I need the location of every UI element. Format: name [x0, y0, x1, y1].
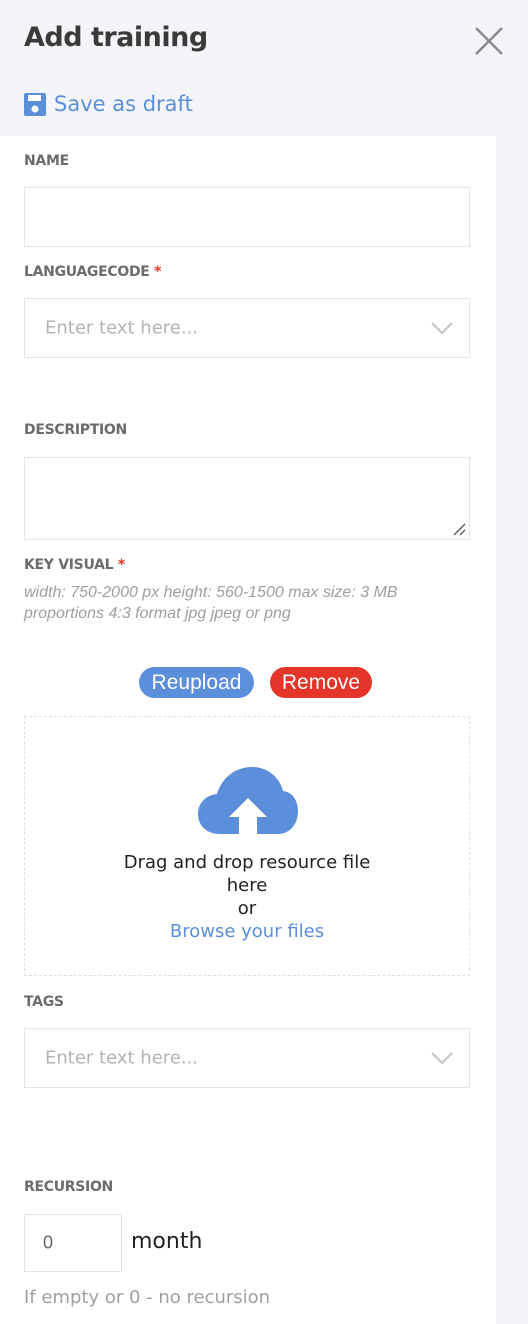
tags-select[interactable]: Enter text here... [24, 1028, 470, 1088]
chevron-down-icon [431, 322, 453, 334]
panel-header: Add training Save as draft [0, 0, 528, 136]
required-mark: * [117, 557, 125, 573]
recursion-input[interactable]: 0 [24, 1214, 122, 1272]
languagecode-select[interactable]: Enter text here... [24, 298, 470, 358]
cloud-upload-icon [198, 767, 298, 834]
description-textarea[interactable] [24, 457, 470, 540]
languagecode-placeholder: Enter text here... [45, 317, 199, 339]
resize-handle-icon[interactable] [452, 522, 466, 536]
remove-button[interactable]: Remove [270, 667, 372, 698]
name-label: NAME [24, 153, 69, 169]
close-button[interactable] [472, 24, 506, 58]
save-as-draft-label: Save as draft [54, 92, 193, 116]
recursion-label: RECURSION [24, 1179, 113, 1195]
dropzone-text: Drag and drop resource file here or Brow… [25, 851, 469, 943]
tags-label: TAGS [24, 994, 64, 1010]
reupload-button[interactable]: Reupload [139, 667, 254, 698]
key-visual-hint: width: 750-2000 px height: 560-1500 max … [24, 584, 398, 622]
dropzone-or: or [237, 898, 257, 919]
file-dropzone[interactable]: Drag and drop resource file here or Brow… [24, 716, 470, 976]
languagecode-label-text: LANGUAGECODE [24, 264, 150, 280]
browse-files-link[interactable]: Browse your files [25, 920, 469, 943]
page-title: Add training [24, 22, 208, 53]
floppy-disk-icon [24, 92, 46, 116]
key-visual-label: KEY VISUAL * [24, 557, 125, 573]
required-mark: * [154, 264, 162, 280]
languagecode-label: LANGUAGECODE * [24, 264, 161, 280]
name-input[interactable] [24, 187, 470, 247]
recursion-value: 0 [43, 1232, 54, 1253]
key-visual-label-text: KEY VISUAL [24, 557, 114, 573]
tags-placeholder: Enter text here... [45, 1047, 199, 1069]
description-label: DESCRIPTION [24, 422, 127, 438]
dropzone-instruction: Drag and drop resource file here [123, 852, 371, 896]
recursion-note: If empty or 0 - no recursion [24, 1287, 271, 1308]
chevron-down-icon [431, 1052, 453, 1064]
save-as-draft-button[interactable]: Save as draft [24, 92, 193, 116]
recursion-unit: month [131, 1229, 203, 1254]
close-icon [475, 27, 503, 55]
